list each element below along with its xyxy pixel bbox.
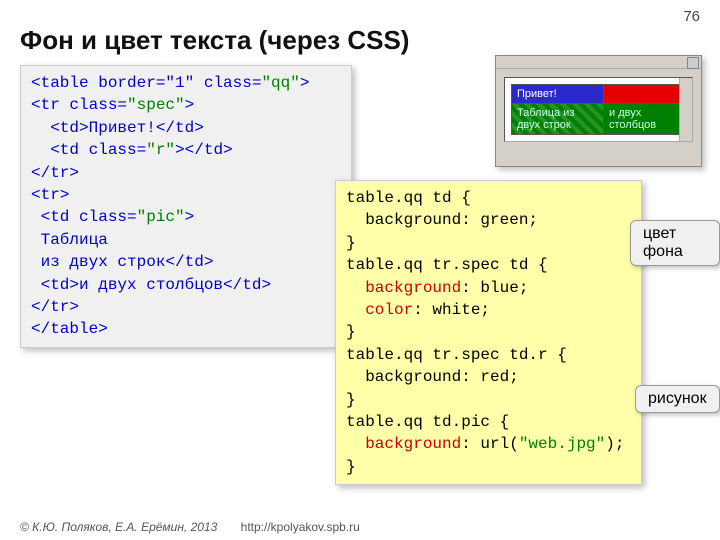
demo-cell-pic: Таблица из двух строк — [512, 104, 604, 135]
code: : url( — [461, 435, 519, 453]
code: </table> — [31, 320, 108, 338]
code: background — [365, 279, 461, 297]
slide-title: Фон и цвет текста (через CSS) — [20, 25, 409, 56]
page-number: 76 — [683, 8, 700, 25]
footer-url: http://kpolyakov.spb.ru — [241, 520, 360, 534]
code: "web.jpg" — [519, 435, 605, 453]
scrollbar — [679, 78, 692, 141]
code: color — [365, 301, 413, 319]
browser-preview: Привет! Таблица из двух строк и двух сто… — [495, 55, 702, 167]
code: } — [346, 234, 356, 252]
code: из двух строк</td> — [31, 253, 213, 271]
callout-picture: рисунок — [635, 385, 720, 413]
code — [346, 301, 365, 319]
code: <td>и двух столбцов</td> — [31, 276, 271, 294]
css-code-box: table.qq td { background: green; } table… — [335, 180, 642, 485]
code: border="1" — [98, 74, 194, 92]
demo-cell-green: и двух столбцов — [604, 104, 681, 135]
code: : blue; — [461, 279, 528, 297]
code: ></td> — [175, 141, 233, 159]
html-code-box: <table border="1" class="qq"> <tr class=… — [20, 65, 352, 348]
code — [346, 279, 365, 297]
code: background: red; — [346, 368, 519, 386]
code — [346, 435, 365, 453]
demo-cell-red — [604, 85, 681, 104]
code: "pic" — [137, 208, 185, 226]
code: <td>Привет!</td> — [31, 119, 204, 137]
demo-table: Привет! Таблица из двух строк и двух сто… — [511, 84, 681, 135]
code: table.qq tr.spec td.r { — [346, 346, 567, 364]
code: </tr> — [31, 298, 79, 316]
code: : white; — [413, 301, 490, 319]
code: background — [365, 435, 461, 453]
code: > — [300, 74, 310, 92]
browser-titlebar — [496, 56, 701, 69]
code: <tr class= — [31, 96, 127, 114]
code: <td class= — [31, 141, 146, 159]
code: </tr> — [31, 164, 79, 182]
code: table.qq td { — [346, 189, 471, 207]
code: class= — [194, 74, 261, 92]
code: "r" — [146, 141, 175, 159]
code: "qq" — [261, 74, 299, 92]
callout-bg-color: цвет фона — [630, 220, 720, 266]
code: <tr> — [31, 186, 69, 204]
code: table.qq td.pic { — [346, 413, 509, 431]
code: background: green; — [346, 211, 538, 229]
code: ); — [605, 435, 624, 453]
code: <table — [31, 74, 98, 92]
table-row: Таблица из двух строк и двух столбцов — [512, 104, 681, 135]
footer: © К.Ю. Поляков, Е.А. Ерёмин, 2013 http:/… — [20, 520, 360, 534]
code: > — [185, 208, 195, 226]
code: Таблица — [31, 231, 108, 249]
code: <td class= — [31, 208, 137, 226]
code: > — [185, 96, 195, 114]
footer-authors: © К.Ю. Поляков, Е.А. Ерёмин, 2013 — [20, 520, 217, 534]
code: table.qq tr.spec td { — [346, 256, 548, 274]
code: } — [346, 323, 356, 341]
demo-cell-hello: Привет! — [512, 85, 604, 104]
table-row: Привет! — [512, 85, 681, 104]
close-icon — [687, 57, 699, 69]
browser-body: Привет! Таблица из двух строк и двух сто… — [504, 77, 693, 142]
code: } — [346, 391, 356, 409]
code: } — [346, 458, 356, 476]
code: "spec" — [127, 96, 185, 114]
